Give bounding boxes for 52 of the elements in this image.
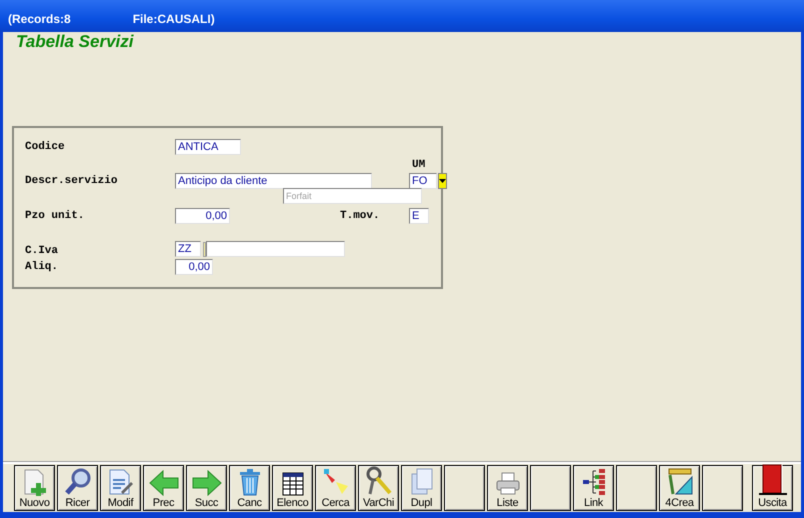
left-arrow-icon: [148, 470, 178, 496]
edit-document-icon: [106, 468, 134, 496]
field-label: Aliq.: [25, 260, 60, 272]
dropdown-button[interactable]: [438, 173, 447, 189]
empty-button[interactable]: [616, 465, 657, 511]
records-count: (Records:8: [8, 12, 71, 26]
empty-button[interactable]: [530, 465, 571, 511]
create-button[interactable]: 4Crea: [659, 465, 700, 511]
flashlight-icon: [322, 468, 350, 496]
vat-code-field[interactable]: ZZ: [175, 241, 201, 257]
right-arrow-icon: [192, 470, 222, 496]
copy-button[interactable]: Dupl: [401, 465, 442, 511]
field-label: T.mov.: [340, 210, 381, 222]
field-label: C.Iva: [25, 245, 60, 257]
caret-icon: [439, 179, 446, 183]
code-field[interactable]: ANTICA: [175, 139, 241, 155]
edit-button[interactable]: Modif: [100, 465, 141, 511]
empty-button[interactable]: [702, 465, 743, 511]
movement-type-field[interactable]: E: [409, 208, 429, 224]
field-marker: [203, 242, 206, 257]
trash-icon: [238, 468, 262, 496]
exit-button[interactable]: Uscita: [752, 465, 793, 511]
field-label: Codice: [25, 141, 66, 153]
hierarchy-icon: [582, 468, 606, 496]
list-button[interactable]: Elenco: [272, 465, 313, 511]
print-button[interactable]: Liste: [487, 465, 528, 511]
prev-button[interactable]: Prec: [143, 465, 184, 511]
field-label: Descr.servizio: [25, 175, 118, 187]
delete-button[interactable]: Canc: [229, 465, 270, 511]
vat-description-field[interactable]: [206, 241, 345, 257]
empty-button[interactable]: [444, 465, 485, 511]
table-icon: [282, 472, 304, 496]
new-button[interactable]: Nuovo: [14, 465, 55, 511]
form-heading: Tabella Servizi: [16, 32, 135, 52]
field-label: Pzo unit.: [25, 210, 86, 222]
next-button[interactable]: Succ: [186, 465, 227, 511]
unit-field[interactable]: FO: [409, 173, 437, 189]
find-button[interactable]: Cerca: [315, 465, 356, 511]
field-label: UM: [412, 159, 426, 171]
search-button[interactable]: Ricer: [57, 465, 98, 511]
description-field[interactable]: Anticipo da cliente: [175, 173, 372, 189]
drafting-tools-icon: [666, 468, 694, 496]
file-name: File:CAUSALI): [132, 12, 215, 26]
link-button[interactable]: Link: [573, 465, 614, 511]
rate-field[interactable]: 0,00: [175, 258, 213, 274]
printer-icon: [494, 472, 520, 496]
price-field[interactable]: 0,00: [175, 208, 230, 224]
copy-pages-icon: [410, 468, 434, 496]
keys-icon: [364, 466, 392, 496]
new-document-icon: [22, 468, 48, 496]
magnifier-icon: [64, 468, 92, 496]
keys-button[interactable]: VarChi: [358, 465, 399, 511]
